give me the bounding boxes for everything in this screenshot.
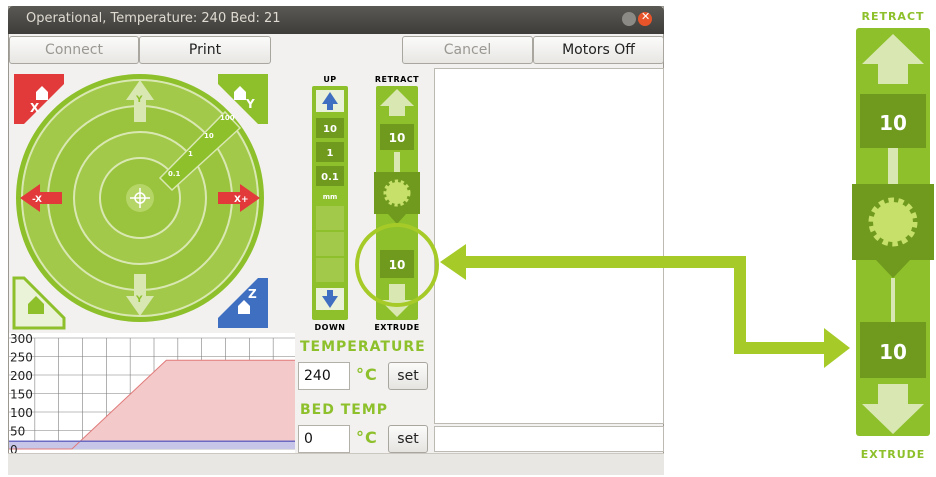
zoom-retract-label: RETRACT (861, 10, 924, 23)
status-bar (8, 453, 664, 475)
minus-y-label: Y (135, 295, 143, 305)
zoom-gear-icon (868, 197, 918, 247)
zoom-extrude-label: EXTRUDE (861, 448, 926, 461)
callout-arrow (440, 244, 850, 368)
gear-icon (383, 179, 411, 207)
step-label-0-1: 0.1 (168, 170, 181, 178)
bed-temp-label: BED TEMP (300, 402, 389, 418)
cancel-button[interactable]: Cancel (402, 36, 533, 64)
temperature-label: TEMPERATURE (300, 339, 426, 355)
xy-jog-control[interactable]: X Y Z -X X+ Y Y 0.1 1 10 100 (10, 70, 272, 332)
bed-temperature-area (9, 441, 295, 449)
plus-y-label: Y (135, 95, 143, 105)
zoomed-extruder-panel: RETRACT 10 10 EXTRUDE (852, 10, 934, 461)
step-label-1: 1 (188, 150, 193, 158)
bed-temp-unit: °C (356, 428, 378, 447)
motors-off-button[interactable]: Motors Off (533, 36, 664, 64)
step-label-100: 100 (220, 114, 235, 122)
home-y-label: Y (245, 97, 255, 111)
plus-x-label: X+ (234, 195, 248, 205)
graph-y-tick: 50 (10, 425, 25, 439)
graph-y-tick: 100 (10, 406, 33, 420)
z-jog-panel: UP 10 1 0.1 mm DOWN (312, 75, 348, 332)
graph-y-tick: 300 (10, 333, 33, 346)
window-controls: ✕ (620, 10, 652, 31)
zoom-extrude-value: 10 (879, 340, 907, 364)
z-up-label: UP (323, 75, 336, 84)
z-step-0-1-label: 0.1 (321, 172, 339, 183)
bed-temp-input[interactable]: 0 (298, 425, 350, 453)
extrude-highlight-circle (355, 223, 439, 307)
zoom-retract-value: 10 (879, 111, 907, 135)
retract-value: 10 (389, 131, 406, 145)
z-down-label: DOWN (315, 323, 346, 332)
minus-x-label: -X (32, 195, 42, 205)
z-step-1-label: 1 (327, 148, 334, 159)
step-label-10: 10 (204, 132, 214, 140)
temperature-graph: 300250200150100500 (9, 333, 295, 455)
graph-y-tick: 200 (10, 369, 33, 383)
close-icon: ✕ (641, 10, 651, 23)
temperature-input[interactable]: 240 (298, 362, 350, 390)
set-bed-temp-button[interactable]: set (388, 425, 428, 453)
connect-button[interactable]: Connect (9, 36, 139, 64)
graph-y-tick: 150 (10, 388, 33, 402)
minimize-button[interactable] (622, 12, 636, 26)
retract-label: RETRACT (375, 75, 419, 84)
z-step-10-label: 10 (323, 124, 337, 135)
home-x-label: X (30, 101, 40, 115)
window-title: Operational, Temperature: 240 Bed: 21 (26, 11, 281, 26)
console-input[interactable] (434, 426, 664, 452)
set-temperature-button[interactable]: set (388, 362, 428, 390)
z-unit-label: mm (323, 193, 338, 201)
graph-y-tick: 250 (10, 351, 33, 365)
temperature-unit: °C (356, 365, 378, 384)
close-button[interactable]: ✕ (638, 10, 652, 26)
print-button[interactable]: Print (139, 36, 271, 64)
extrude-label: EXTRUDE (374, 323, 419, 332)
home-z-label: Z (248, 287, 257, 301)
